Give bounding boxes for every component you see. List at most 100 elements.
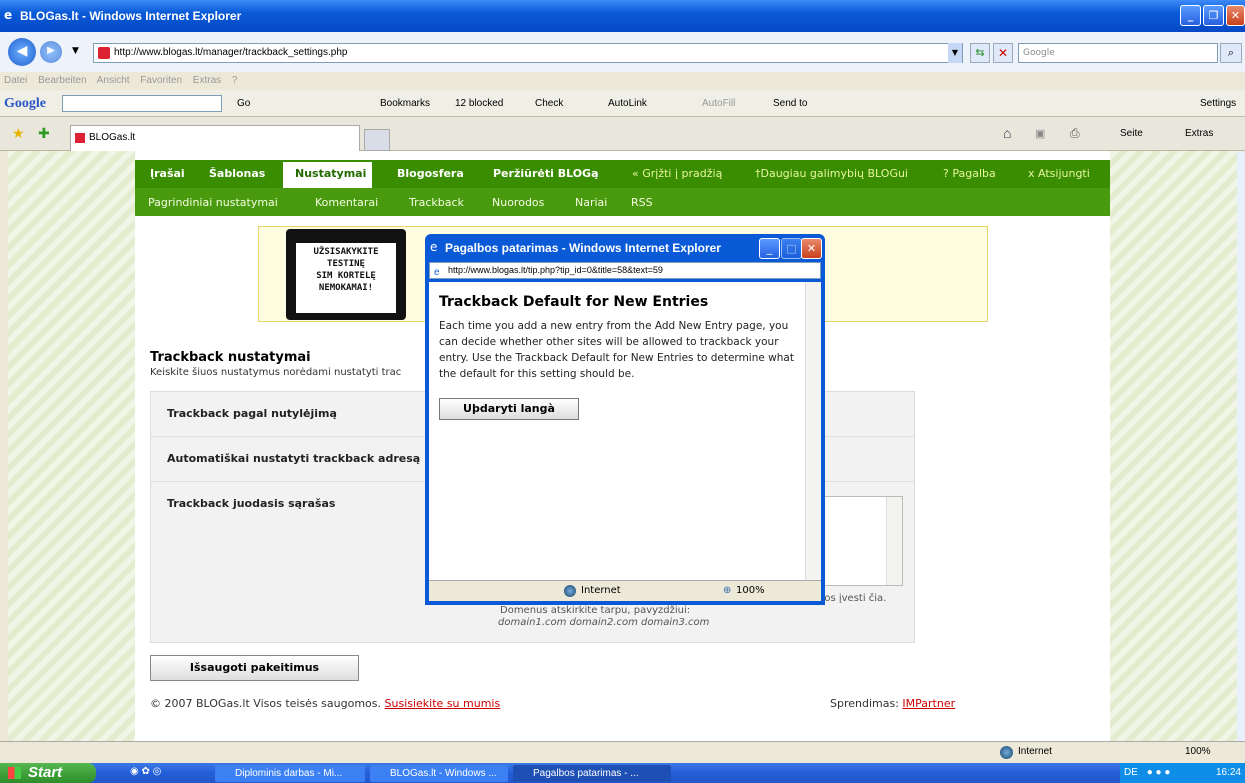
autofill-button[interactable]: AutoFill [702,90,735,117]
subnav-komentarai[interactable]: Komentarai [315,196,378,209]
ad-line-2: TESTINĘ [327,259,365,269]
contact-link[interactable]: Susisiekite su mumis [385,697,501,710]
settings-button[interactable]: Settings [1200,90,1236,117]
task-diplominis[interactable]: Diplominis darbas - Mi... [215,765,365,782]
menu-bearbeiten[interactable]: Bearbeiten [38,75,86,86]
history-dropdown-icon[interactable]: ▼ [72,46,79,56]
minimize-button[interactable]: _ [1180,5,1201,26]
go-button[interactable]: Go [237,90,250,117]
nav-irasai[interactable]: Įrašai [150,167,185,180]
popup-zoom-level[interactable]: 100% [736,581,765,601]
help-popup-window: e Pagalbos patarimas - Windows Internet … [425,234,825,605]
save-button[interactable]: Išsaugoti pakeitimus [150,655,359,681]
back-button[interactable]: ◀ [8,38,36,66]
menu-bar: Datei Bearbeiten Ansicht Favoriten Extra… [0,72,1245,90]
send-to-button[interactable]: Send to [773,90,807,117]
page-title: Trackback nustatymai [150,350,311,365]
page-menu[interactable]: Seite [1120,128,1143,139]
forward-button[interactable]: ▶ [40,41,62,63]
textarea-scrollbar[interactable] [886,497,902,585]
subnav-trackback[interactable]: Trackback [409,196,464,209]
subnav-nariai[interactable]: Nariai [575,196,607,209]
menu-favoriten[interactable]: Favoriten [140,75,182,86]
menu-extras[interactable]: Extras [193,75,221,86]
tab-favicon-icon [75,133,85,143]
popup-heading: Trackback Default for New Entries [439,294,709,310]
tray-icons[interactable]: ● ● ● [1147,767,1171,778]
system-tray: DE ● ● ● 16:24 [1120,763,1245,783]
row-label-autodetect: Automatiškai nustatyti trackback adresą [167,452,421,465]
subnav-nuorodos[interactable]: Nuorodos [492,196,544,209]
tools-menu[interactable]: Extras [1185,128,1213,139]
stop-button[interactable]: ✕ [993,43,1013,63]
task-label-1: Diplominis darbas - Mi... [235,768,343,779]
ad-line-4: NEMOKAMAI! [318,283,374,293]
row-label-blacklist: Trackback juodasis sąrašas [167,497,336,510]
start-button[interactable]: Start [0,763,96,783]
popup-text: Each time you add a new entry from the A… [439,320,794,380]
menu-datei[interactable]: Datei [4,75,27,86]
refresh-button[interactable]: ⇆ [970,43,990,63]
nav-pagalba[interactable]: ? Pagalba [943,167,996,180]
main-navigation: Įrašai Šablonas Nustatymai Blogosfera Pe… [135,160,1110,188]
add-favorite-icon[interactable]: ✚ [38,125,50,142]
maximize-button[interactable]: ❐ [1203,5,1224,26]
popup-maximize-button[interactable]: □ [781,238,802,259]
popup-title: Pagalbos patarimas - Windows Internet Ex… [445,241,721,255]
row-label-default: Trackback pagal nutylėjimą [167,407,337,420]
autolink-button[interactable]: AutoLink [608,90,647,117]
popup-content: Trackback Default for New Entries Each t… [429,282,821,580]
footer-copyright: © 2007 BLOGas.lt Visos teisės saugomos. … [150,697,500,710]
ad-line-3: SIM KORTELĘ [316,271,376,281]
bookmarks-button[interactable]: Bookmarks [380,90,430,117]
clock[interactable]: 16:24 [1216,763,1241,783]
popup-blocked-button[interactable]: 12 blocked [455,90,503,117]
search-button[interactable]: ⌕ [1220,43,1242,63]
page-scrollbar[interactable] [1237,151,1245,741]
tab-blogas[interactable]: BLOGas.lt [70,125,360,151]
home-icon[interactable]: ⌂ [1003,125,1011,141]
menu-ansicht[interactable]: Ansicht [97,75,130,86]
popup-minimize-button[interactable]: _ [759,238,780,259]
print-icon[interactable]: ⎙ [1070,126,1080,141]
new-tab-button[interactable] [364,129,390,151]
footer-solution: Sprendimas: IMPartner [830,697,955,710]
nav-nustatymai[interactable]: Nustatymai [295,167,366,180]
task-pagalbos[interactable]: Pagalbos patarimas - ... [513,765,671,782]
solution-label: Sprendimas: [830,697,899,710]
address-text: http://www.blogas.lt/manager/trackback_s… [114,47,348,58]
nav-blogosfera[interactable]: Blogosfera [397,167,464,180]
popup-scrollbar[interactable] [805,282,821,580]
google-search-input[interactable] [62,95,222,112]
popup-status-bar: Internet ⊕ 100% [429,580,821,601]
popup-close-button[interactable]: ✕ [801,238,822,259]
nav-daugiau[interactable]: †Daugiau galimybių BLOGui [755,167,908,180]
blacklist-textarea[interactable] [818,496,903,586]
subnav-pagrindiniai[interactable]: Pagrindiniai nustatymai [148,196,278,209]
address-field[interactable]: http://www.blogas.lt/manager/trackback_s… [93,43,963,63]
close-button[interactable]: ✕ [1226,5,1245,26]
popup-close-window-button[interactable]: Uþdaryti langà [439,398,579,420]
ad-line-1: UŽSISAKYKITE [313,247,379,257]
window-title: BLOGas.lt - Windows Internet Explorer [20,9,242,23]
favorites-star-icon[interactable]: ★ [12,125,25,142]
spell-check-button[interactable]: Check [535,90,563,117]
nav-grizti[interactable]: « Grįžti į pradžią [632,167,722,180]
popup-address-field[interactable]: e http://www.blogas.lt/tip.php?tip_id=0&… [429,262,821,279]
sim-card-ad-text: UŽSISAKYKITE TESTINĘ SIM KORTELĘ NEMOKAM… [296,243,396,313]
address-dropdown-button[interactable]: ▼ [948,43,962,63]
subnav-rss[interactable]: RSS [631,196,653,209]
nav-perziureti[interactable]: Peržiūrėti BLOGą [493,167,599,180]
menu-help[interactable]: ? [232,75,238,86]
impartner-link[interactable]: IMPartner [902,697,955,710]
copyright-text: © 2007 BLOGas.lt Visos teisės saugomos. [150,697,382,710]
search-input[interactable]: Google [1018,43,1218,63]
language-indicator[interactable]: DE [1124,767,1138,778]
nav-atsijungti[interactable]: x Atsijungti [1028,167,1090,180]
quicklaunch-icons[interactable]: ◉ ✿ ◎ [130,766,161,777]
feeds-icon[interactable]: ▣ [1035,127,1045,140]
task-blogas[interactable]: BLOGas.lt - Windows ... [370,765,508,782]
zoom-level[interactable]: 100% [1185,746,1211,757]
tab-label: BLOGas.lt [89,132,136,143]
nav-sablonas[interactable]: Šablonas [209,167,265,180]
